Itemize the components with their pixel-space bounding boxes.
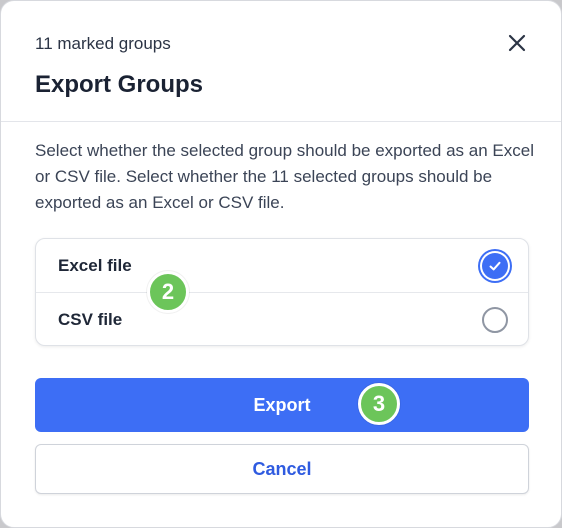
- radio-checked-icon[interactable]: [482, 252, 508, 279]
- option-csv-file[interactable]: CSV file: [36, 293, 528, 347]
- dialog-title: Export Groups: [35, 71, 204, 98]
- checkmark-icon: [489, 261, 501, 270]
- export-button[interactable]: Export: [35, 378, 529, 432]
- option-excel-file[interactable]: Excel file: [36, 239, 528, 293]
- cancel-button[interactable]: Cancel: [35, 444, 529, 494]
- dialog-subtitle: 11 marked groups: [35, 34, 171, 53]
- step-badge-2: 2: [147, 271, 189, 313]
- radio-unchecked-icon[interactable]: [482, 307, 508, 333]
- option-label: CSV file: [58, 310, 123, 329]
- export-groups-dialog: 11 marked groups Export Groups Select wh…: [0, 0, 562, 528]
- option-label: Excel file: [58, 255, 132, 275]
- header-divider: [1, 121, 561, 122]
- step-badge-3: 3: [358, 383, 400, 425]
- dialog-description: Select whether the selected group should…: [35, 141, 534, 212]
- format-options: Excel file CSV file: [35, 238, 529, 346]
- close-button[interactable]: [501, 27, 533, 59]
- dialog-header: 11 marked groups Export Groups: [1, 1, 561, 121]
- close-icon: [508, 34, 526, 52]
